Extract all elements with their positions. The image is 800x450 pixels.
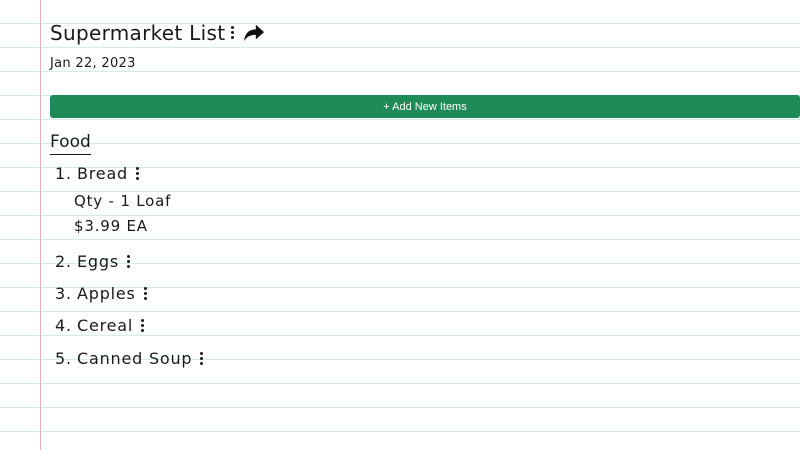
notebook-margin-line <box>40 0 41 450</box>
section-title-food: Food <box>50 132 91 155</box>
list-date: Jan 22, 2023 <box>50 56 136 71</box>
list-item-number: 1. <box>55 164 72 183</box>
list-item-name: Apples <box>77 284 136 303</box>
list-item-number: 4. <box>55 316 72 335</box>
title-row: Supermarket List <box>50 18 265 48</box>
list-item-name: Cereal <box>77 316 134 335</box>
share-arrow-icon[interactable] <box>243 23 265 43</box>
list-item-name: Eggs <box>77 252 119 271</box>
list-item-number: 2. <box>55 252 72 271</box>
list-item-cereal[interactable]: 4. Cereal <box>55 316 145 335</box>
list-item-name: Canned Soup <box>77 349 193 368</box>
item-kebab-menu-icon[interactable] <box>143 287 148 300</box>
list-item-bread[interactable]: 1. Bread <box>55 164 140 183</box>
list-item-canned-soup[interactable]: 5. Canned Soup <box>55 349 204 368</box>
item-kebab-menu-icon[interactable] <box>136 167 140 180</box>
list-item-number: 5. <box>55 349 72 368</box>
title-kebab-menu-icon[interactable] <box>231 26 235 40</box>
list-item-apples[interactable]: 3. Apples <box>55 284 148 303</box>
item-quantity: Qty - 1 Loaf <box>74 192 172 210</box>
list-item-eggs[interactable]: 2. Eggs <box>55 252 131 271</box>
list-item-name: Bread <box>77 164 129 183</box>
page-title: Supermarket List <box>50 21 226 45</box>
add-new-items-button[interactable]: + Add New Items <box>50 95 800 118</box>
item-kebab-menu-icon[interactable] <box>126 255 131 268</box>
item-kebab-menu-icon[interactable] <box>141 319 145 332</box>
item-kebab-menu-icon[interactable] <box>200 352 204 365</box>
item-price: $3.99 EA <box>74 217 148 235</box>
list-item-number: 3. <box>55 284 72 303</box>
